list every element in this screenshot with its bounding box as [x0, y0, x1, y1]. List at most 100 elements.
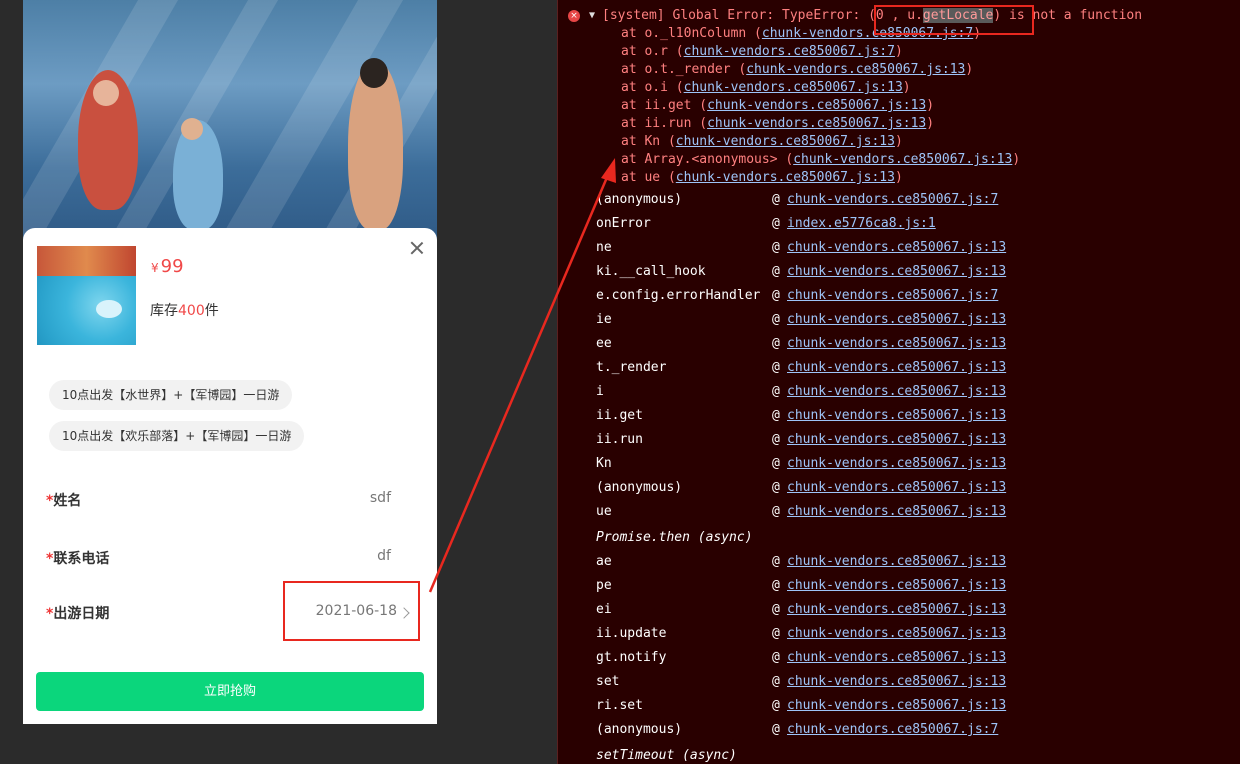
stack-line: at Kn (chunk-vendors.ce850067.js:13) — [621, 134, 903, 149]
frame-at-symbol: @ — [772, 480, 780, 495]
source-link[interactable]: chunk-vendors.ce850067.js:13 — [787, 264, 1006, 279]
stack-line: at o.t._render (chunk-vendors.ce850067.j… — [621, 62, 973, 77]
source-link[interactable]: chunk-vendors.ce850067.js:13 — [787, 602, 1006, 617]
source-link[interactable]: chunk-vendors.ce850067.js:13 — [746, 62, 965, 77]
source-link[interactable]: chunk-vendors.ce850067.js:13 — [707, 116, 926, 131]
frame-function: ne — [596, 240, 612, 255]
stack-fn: at ii.get ( — [621, 98, 708, 113]
source-link[interactable]: chunk-vendors.ce850067.js:13 — [787, 650, 1006, 665]
source-link[interactable]: chunk-vendors.ce850067.js:13 — [787, 698, 1006, 713]
frame-at-symbol: @ — [772, 384, 780, 399]
source-link[interactable]: chunk-vendors.ce850067.js:13 — [787, 240, 1006, 255]
annotation-box-date — [283, 581, 420, 641]
source-link[interactable]: chunk-vendors.ce850067.js:13 — [707, 98, 926, 113]
currency-symbol: ¥ — [151, 261, 159, 275]
stock-suffix: 件 — [204, 303, 219, 319]
frame-function: (anonymous) — [596, 480, 683, 495]
phone-input[interactable]: df — [377, 548, 391, 564]
stock-count: 400 — [178, 303, 205, 319]
name-field-label: *姓名 — [46, 490, 81, 510]
async-boundary-settimeout: setTimeout (async) — [596, 748, 737, 763]
frame-function: onError — [596, 216, 651, 231]
frame-function: ki.__call_hook — [596, 264, 706, 279]
source-link[interactable]: chunk-vendors.ce850067.js:13 — [676, 134, 895, 149]
frame-function: ri.set — [596, 698, 643, 713]
expand-triangle-icon[interactable]: ▼ — [589, 10, 595, 21]
source-link[interactable]: chunk-vendors.ce850067.js:13 — [787, 480, 1006, 495]
stack-close: ) — [894, 170, 903, 185]
source-link[interactable]: index.e5776ca8.js:1 — [787, 216, 936, 231]
frame-at-symbol: @ — [772, 336, 780, 351]
frame-at-symbol: @ — [772, 432, 780, 447]
error-icon: × — [568, 10, 580, 22]
frame-function: i — [596, 384, 604, 399]
stack-line: at ii.run (chunk-vendors.ce850067.js:13) — [621, 116, 934, 131]
devtools-console: × ▼ [system] Global Error: TypeError: (0… — [557, 0, 1240, 764]
frame-at-symbol: @ — [772, 408, 780, 423]
source-link[interactable]: chunk-vendors.ce850067.js:7 — [787, 722, 998, 737]
stack-line: at ii.get (chunk-vendors.ce850067.js:13) — [621, 98, 934, 113]
source-link[interactable]: chunk-vendors.ce850067.js:7 — [787, 288, 998, 303]
option-tag-water-world[interactable]: 10点出发【水世界】+【军博园】一日游 — [49, 380, 293, 410]
frame-function: ee — [596, 336, 612, 351]
phone-field-label: *联系电话 — [46, 548, 109, 568]
error-message[interactable]: [system] Global Error: TypeError: (0 , u… — [602, 8, 1142, 23]
source-link[interactable]: chunk-vendors.ce850067.js:13 — [684, 80, 903, 95]
source-link[interactable]: chunk-vendors.ce850067.js:13 — [787, 360, 1006, 375]
source-link[interactable]: chunk-vendors.ce850067.js:13 — [787, 456, 1006, 471]
product-thumbnail — [37, 246, 136, 345]
stack-line: at o.r (chunk-vendors.ce850067.js:7) — [621, 44, 903, 59]
source-link[interactable]: chunk-vendors.ce850067.js:13 — [787, 312, 1006, 327]
stack-fn: at o.t._render ( — [621, 62, 747, 77]
frame-function: ae — [596, 554, 612, 569]
frame-function: Kn — [596, 456, 612, 471]
frame-at-symbol: @ — [772, 650, 780, 665]
source-link[interactable]: chunk-vendors.ce850067.js:13 — [787, 384, 1006, 399]
stack-close: ) — [894, 134, 903, 149]
source-link[interactable]: chunk-vendors.ce850067.js:13 — [787, 626, 1006, 641]
frame-at-symbol: @ — [772, 554, 780, 569]
source-link[interactable]: chunk-vendors.ce850067.js:13 — [787, 554, 1006, 569]
stack-line: at Array.<anonymous> (chunk-vendors.ce85… — [621, 152, 1020, 167]
source-link[interactable]: chunk-vendors.ce850067.js:13 — [787, 336, 1006, 351]
source-link[interactable]: chunk-vendors.ce850067.js:13 — [787, 674, 1006, 689]
annotation-box-getlocale — [874, 5, 1034, 35]
stack-close: ) — [1012, 152, 1021, 167]
frame-at-symbol: @ — [772, 456, 780, 471]
stack-line: at o.i (chunk-vendors.ce850067.js:13) — [621, 80, 911, 95]
stack-fn: at o.i ( — [621, 80, 684, 95]
frame-function: ii.update — [596, 626, 667, 641]
hero-image — [23, 0, 437, 240]
frame-function: ue — [596, 504, 612, 519]
frame-function: set — [596, 674, 620, 689]
async-boundary-promise: Promise.then (async) — [596, 530, 753, 545]
source-link[interactable]: chunk-vendors.ce850067.js:13 — [787, 408, 1006, 423]
frame-function: ii.run — [596, 432, 643, 447]
frame-function: (anonymous) — [596, 722, 683, 737]
frame-function: pe — [596, 578, 612, 593]
option-tag-happy-tribe[interactable]: 10点出发【欢乐部落】+【军博园】一日游 — [49, 421, 305, 451]
frame-at-symbol: @ — [772, 360, 780, 375]
close-icon[interactable] — [409, 240, 425, 256]
phone-label-text: 联系电话 — [53, 551, 110, 567]
stock-prefix: 库存 — [150, 303, 178, 319]
source-link[interactable]: chunk-vendors.ce850067.js:7 — [787, 192, 998, 207]
buy-now-button[interactable]: 立即抢购 — [36, 672, 424, 711]
source-link[interactable]: chunk-vendors.ce850067.js:7 — [684, 44, 895, 59]
source-link[interactable]: chunk-vendors.ce850067.js:13 — [676, 170, 895, 185]
frame-at-symbol: @ — [772, 722, 780, 737]
source-link[interactable]: chunk-vendors.ce850067.js:13 — [793, 152, 1012, 167]
date-field-label: *出游日期 — [46, 603, 109, 623]
stack-fn: at o._l10nColumn ( — [621, 26, 762, 41]
source-link[interactable]: chunk-vendors.ce850067.js:13 — [787, 578, 1006, 593]
name-input[interactable]: sdf — [370, 490, 391, 506]
stack-close: ) — [926, 116, 935, 131]
source-link[interactable]: chunk-vendors.ce850067.js:13 — [787, 504, 1006, 519]
stack-fn: at ue ( — [621, 170, 676, 185]
frame-function: ei — [596, 602, 612, 617]
frame-at-symbol: @ — [772, 602, 780, 617]
frame-at-symbol: @ — [772, 626, 780, 641]
stack-fn: at Kn ( — [621, 134, 676, 149]
source-link[interactable]: chunk-vendors.ce850067.js:13 — [787, 432, 1006, 447]
frame-at-symbol: @ — [772, 504, 780, 519]
